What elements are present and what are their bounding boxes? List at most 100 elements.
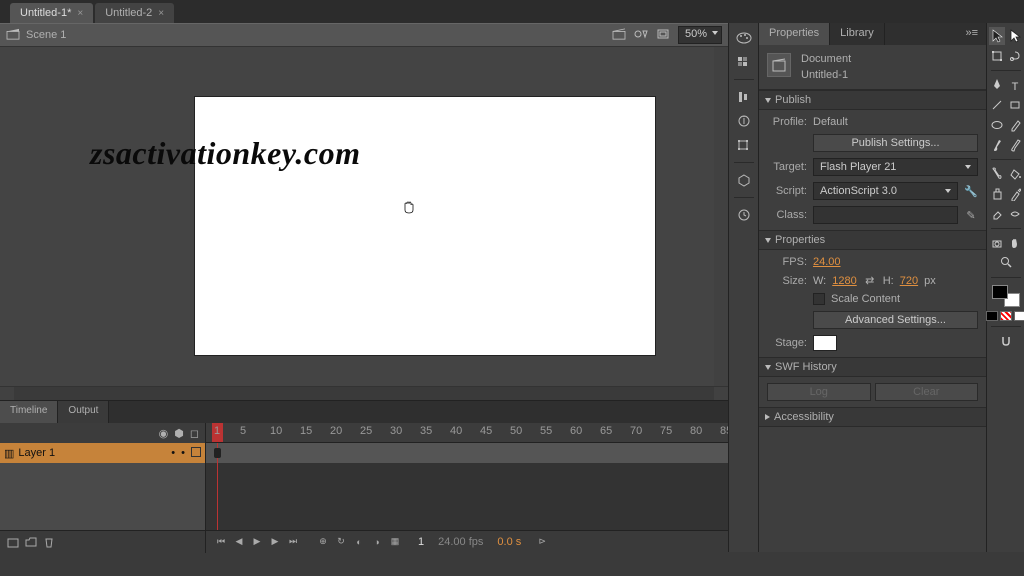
- no-color-swatch[interactable]: [1000, 311, 1012, 321]
- layer-outline-dot[interactable]: [191, 447, 201, 457]
- height-value[interactable]: 720: [900, 275, 918, 287]
- pencil-tool[interactable]: [1007, 116, 1023, 134]
- frames-area[interactable]: [206, 463, 728, 530]
- class-input[interactable]: [813, 206, 958, 224]
- center-frame-icon[interactable]: ⊕: [316, 535, 330, 549]
- tab-output[interactable]: Output: [58, 401, 109, 423]
- swap-colors-swatch[interactable]: [1014, 311, 1024, 321]
- lock-icon[interactable]: ⬢: [174, 427, 184, 440]
- first-frame-icon[interactable]: ⏮: [214, 535, 228, 549]
- black-white-swatch[interactable]: [986, 311, 998, 321]
- camera-tool[interactable]: [989, 234, 1005, 252]
- scrollbar-horizontal[interactable]: [0, 386, 728, 400]
- layer-lock-dot[interactable]: •: [181, 447, 185, 459]
- components-icon[interactable]: [734, 171, 754, 189]
- hand-tool[interactable]: [1007, 234, 1023, 252]
- publish-settings-button[interactable]: Publish Settings...: [813, 134, 978, 152]
- section-swf-history[interactable]: SWF History: [759, 357, 986, 377]
- section-properties[interactable]: Properties: [759, 230, 986, 250]
- stage-color-swatch[interactable]: [813, 335, 837, 351]
- zoom-tool[interactable]: [998, 254, 1014, 272]
- line-tool[interactable]: [989, 96, 1005, 114]
- section-accessibility[interactable]: Accessibility: [759, 407, 986, 427]
- pen-tool[interactable]: [989, 76, 1005, 94]
- outline-icon[interactable]: ◻: [190, 427, 199, 440]
- tab-timeline[interactable]: Timeline: [0, 401, 58, 423]
- scrollbar-vertical[interactable]: [714, 47, 728, 386]
- advanced-settings-button[interactable]: Advanced Settings...: [813, 311, 978, 329]
- bone-tool[interactable]: [989, 165, 1005, 183]
- selection-tool[interactable]: [989, 27, 1005, 45]
- oval-tool[interactable]: [989, 116, 1005, 134]
- playhead-line: [217, 463, 218, 530]
- transform-icon[interactable]: [734, 136, 754, 154]
- subselection-tool[interactable]: [1007, 27, 1023, 45]
- ink-bottle-tool[interactable]: [989, 185, 1005, 203]
- pencil-icon[interactable]: ✎: [964, 208, 978, 222]
- brush-tool[interactable]: [989, 136, 1005, 154]
- tab-properties[interactable]: Properties: [759, 23, 830, 45]
- tab-library[interactable]: Library: [830, 23, 885, 45]
- eraser-tool[interactable]: [989, 205, 1005, 223]
- fit-icon[interactable]: [656, 28, 670, 43]
- prev-frame-icon[interactable]: ◀: [232, 535, 246, 549]
- frames-track[interactable]: [206, 443, 728, 463]
- free-transform-tool[interactable]: [989, 47, 1005, 65]
- close-icon[interactable]: ×: [77, 8, 83, 19]
- target-select[interactable]: Flash Player 21: [813, 158, 978, 176]
- width-value[interactable]: 1280: [832, 275, 856, 287]
- color-icon[interactable]: [734, 29, 754, 47]
- new-folder-icon[interactable]: [24, 535, 38, 549]
- history-icon[interactable]: [734, 206, 754, 224]
- close-icon[interactable]: ×: [158, 8, 164, 19]
- loop-icon[interactable]: ↻: [334, 535, 348, 549]
- doc-tab-label: Untitled-2: [105, 7, 152, 19]
- log-button[interactable]: Log: [767, 383, 871, 401]
- edit-scene-icon[interactable]: [612, 28, 626, 43]
- fps-value[interactable]: 24.00: [813, 256, 841, 268]
- onion-skin-icon[interactable]: ◐: [352, 535, 366, 549]
- width-tool[interactable]: [1007, 205, 1023, 223]
- fill-swatch[interactable]: [992, 285, 1008, 299]
- color-swatch[interactable]: [992, 285, 1020, 307]
- scale-checkbox[interactable]: [813, 293, 825, 305]
- snap-icon[interactable]: [998, 332, 1014, 350]
- edit-multiple-icon[interactable]: ▦: [388, 535, 402, 549]
- keyframe[interactable]: [214, 448, 221, 458]
- timeline-panel: Timeline Output ◉ ⬢ ◻ 1 5 10 15: [0, 400, 728, 552]
- align-icon[interactable]: [734, 88, 754, 106]
- zoom-select[interactable]: 50%: [678, 26, 722, 44]
- pin-icon[interactable]: ⊳: [535, 535, 549, 549]
- last-frame-icon[interactable]: ⏭: [286, 535, 300, 549]
- edit-symbols-icon[interactable]: [634, 28, 648, 43]
- paint-bucket-tool[interactable]: [1007, 165, 1023, 183]
- scene-name[interactable]: Scene 1: [26, 29, 66, 41]
- section-publish[interactable]: Publish: [759, 90, 986, 110]
- profile-value: Default: [813, 116, 848, 128]
- lasso-tool[interactable]: [1007, 47, 1023, 65]
- wrench-icon[interactable]: 🔧: [964, 184, 978, 198]
- eye-icon[interactable]: ◉: [159, 427, 169, 440]
- swatches-icon[interactable]: [734, 53, 754, 71]
- px-label: px: [924, 275, 936, 287]
- layer-row[interactable]: ▥ Layer 1 • •: [0, 443, 206, 463]
- rectangle-tool[interactable]: [1007, 96, 1023, 114]
- delete-layer-icon[interactable]: [42, 535, 56, 549]
- new-layer-icon[interactable]: [6, 535, 20, 549]
- stage-area[interactable]: zsactivationkey.com: [0, 47, 714, 386]
- link-icon[interactable]: ⇄: [863, 274, 877, 287]
- play-icon[interactable]: ▶: [250, 535, 264, 549]
- doc-tab-1[interactable]: Untitled-1* ×: [10, 3, 93, 23]
- paint-brush-tool[interactable]: [1007, 136, 1023, 154]
- text-tool[interactable]: T: [1007, 76, 1023, 94]
- panel-menu-icon[interactable]: »≡: [957, 23, 986, 45]
- layer-visibility-dot[interactable]: •: [171, 447, 175, 459]
- eyedropper-tool[interactable]: [1007, 185, 1023, 203]
- info-icon[interactable]: i: [734, 112, 754, 130]
- clear-button[interactable]: Clear: [875, 383, 979, 401]
- onion-outline-icon[interactable]: ◑: [370, 535, 384, 549]
- doc-tab-2[interactable]: Untitled-2 ×: [95, 3, 174, 23]
- script-select[interactable]: ActionScript 3.0: [813, 182, 958, 200]
- timeline-ruler[interactable]: 1 5 10 15 20 25 30 35 40 45 50 55 60 65: [206, 423, 728, 442]
- next-frame-icon[interactable]: ▶: [268, 535, 282, 549]
